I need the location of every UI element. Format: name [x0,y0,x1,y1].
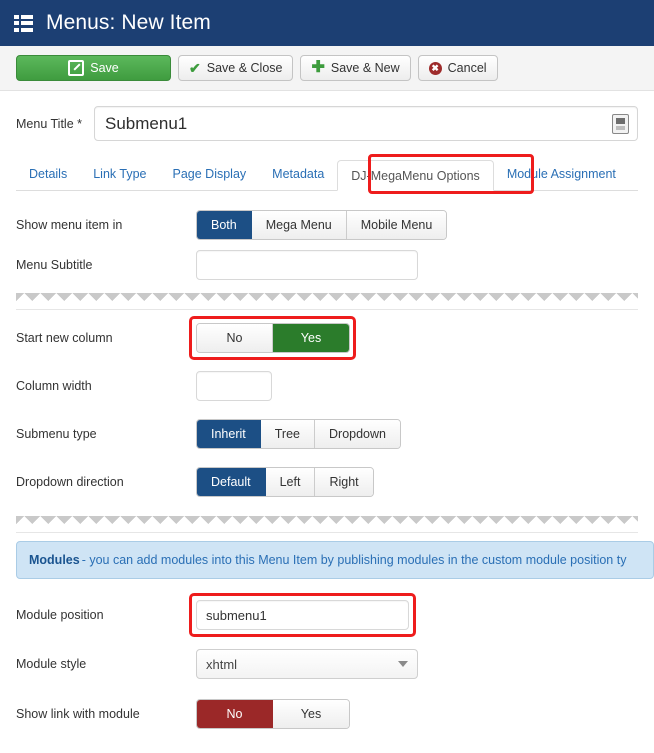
option-left[interactable]: Left [265,468,316,496]
option-default[interactable]: Default [197,468,266,496]
check-icon: ✔ [189,60,201,76]
row-show-link-with-module: Show link with module No Yes [16,694,638,734]
row-module-position: Module position submenu1 [16,593,638,637]
menu-title-row: Menu Title * Submenu1 [16,91,638,147]
article-icon[interactable] [612,113,629,134]
row-column-width: Column width [16,366,638,406]
submenu-type-group: Inherit Tree Dropdown [196,419,401,449]
content-area: Menu Title * Submenu1 Details Link Type … [0,91,654,734]
option-mobile-menu[interactable]: Mobile Menu [346,211,447,239]
app-header: Menus: New Item [0,0,654,46]
tab-dj-megamenu-options[interactable]: DJ-MegaMenu Options [337,160,494,191]
option-yes[interactable]: Yes [273,700,349,728]
row-module-style: Module style xhtml [16,644,638,684]
section-divider-2 [16,516,638,533]
column-width-label: Column width [16,379,92,393]
row-submenu-type: Submenu type Inherit Tree Dropdown [16,414,638,454]
tab-page-display[interactable]: Page Display [160,159,260,190]
menu-subtitle-label: Menu Subtitle [16,258,93,272]
dropdown-direction-group: Default Left Right [196,467,374,497]
save-and-close-button-label: Save & Close [206,61,283,75]
column-width-input[interactable] [196,371,272,401]
row-show-menu-item-in: Show menu item in Both Mega Menu Mobile … [16,205,638,245]
close-circle-icon: ✖ [428,61,442,75]
start-new-column-group: No Yes [196,323,350,353]
show-menu-item-in-group: Both Mega Menu Mobile Menu [196,210,448,240]
module-position-field: submenu1 [189,593,416,637]
row-start-new-column: Start new column No Yes [16,316,638,360]
modules-alert-text: - you can add modules into this Menu Ite… [81,553,627,567]
save-and-new-button[interactable]: ✚ Save & New [300,55,411,81]
menu-title-value: Submenu1 [105,113,188,133]
save-and-new-button-label: Save & New [330,61,400,75]
tab-link-type[interactable]: Link Type [80,159,159,190]
dropdown-direction-label: Dropdown direction [16,475,124,489]
chevron-down-icon [398,661,408,667]
submenu-type-label: Submenu type [16,427,97,441]
option-mega-menu[interactable]: Mega Menu [251,211,347,239]
cancel-button[interactable]: ✖ Cancel [417,55,498,81]
option-dropdown[interactable]: Dropdown [315,420,400,448]
row-menu-subtitle: Menu Subtitle [16,245,638,285]
tab-bar: Details Link Type Page Display Metadata … [16,154,638,194]
module-style-value: xhtml [206,656,238,672]
start-new-column-field: No Yes [189,316,356,360]
menu-title-input[interactable]: Submenu1 [94,106,638,141]
option-tree[interactable]: Tree [260,420,315,448]
plus-icon: ✚ [311,59,325,76]
row-dropdown-direction: Dropdown direction Default Left Right [16,462,638,502]
save-button[interactable]: Save [16,55,171,81]
module-position-input[interactable]: submenu1 [196,600,409,630]
toolbar: Save ✔ Save & Close ✚ Save & New ✖ Cance… [0,46,654,91]
save-and-close-button[interactable]: ✔ Save & Close [178,55,294,81]
tab-details[interactable]: Details [16,159,80,190]
show-menu-item-in-field: Both Mega Menu Mobile Menu [196,210,448,240]
start-new-column-label: Start new column [16,331,113,345]
show-link-with-module-label: Show link with module [16,707,140,721]
cancel-button-label: Cancel [447,61,487,75]
option-inherit[interactable]: Inherit [197,420,261,448]
module-position-label: Module position [16,608,104,622]
section-divider-1 [16,293,638,310]
modules-info-alert: Modules - you can add modules into this … [16,541,654,579]
module-style-select[interactable]: xhtml [196,649,418,679]
menu-subtitle-input[interactable] [196,250,418,280]
option-no[interactable]: No [197,324,273,352]
tab-module-assignment[interactable]: Module Assignment [494,159,629,190]
edit-pencil-icon [68,60,85,76]
module-style-label: Module style [16,657,87,671]
option-right[interactable]: Right [315,468,373,496]
option-yes[interactable]: Yes [273,324,349,352]
option-no[interactable]: No [197,700,273,728]
save-button-label: Save [90,61,119,75]
page-title: Menus: New Item [46,11,211,34]
tab-metadata[interactable]: Metadata [259,159,337,190]
modules-alert-strong: Modules [29,553,80,567]
show-menu-item-in-label: Show menu item in [16,218,123,232]
menu-title-label: Menu Title * [16,116,83,131]
menu-list-icon [14,14,33,32]
option-both[interactable]: Both [197,211,252,239]
show-link-with-module-group: No Yes [196,699,350,729]
